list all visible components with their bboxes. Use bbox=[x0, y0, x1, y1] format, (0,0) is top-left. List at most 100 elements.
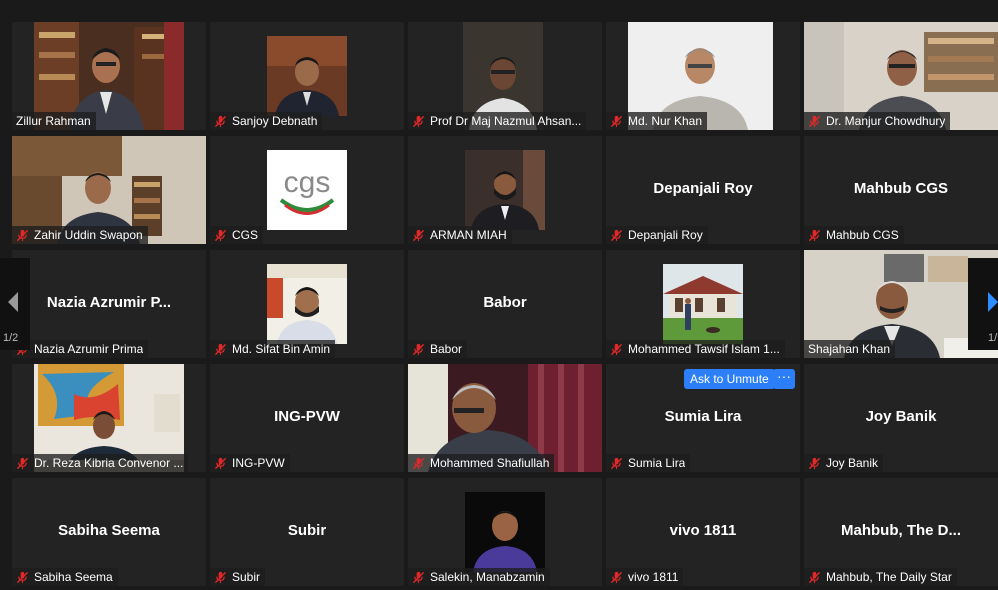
participant-tile-hovered[interactable]: Ask to Unmute ··· Sumia Lira Sumia Lira bbox=[606, 364, 800, 472]
participant-tile[interactable]: Babor Babor bbox=[408, 250, 602, 358]
participant-label: Joy Banik bbox=[804, 454, 884, 472]
participant-name: Nazia Azrumir Prima bbox=[34, 342, 144, 356]
muted-mic-icon bbox=[214, 457, 227, 469]
participant-tile[interactable]: Zahir Uddin Swapon bbox=[12, 136, 206, 244]
participant-name: CGS bbox=[232, 228, 259, 242]
participant-tile[interactable]: Joy Banik Joy Banik bbox=[804, 364, 998, 472]
muted-mic-icon bbox=[214, 343, 227, 355]
participant-tile[interactable]: Mahbub CGS Mahbub CGS bbox=[804, 136, 998, 244]
next-page-button[interactable]: 1/ bbox=[968, 258, 998, 350]
cgs-logo-text: cgs bbox=[284, 166, 331, 199]
muted-mic-icon bbox=[412, 115, 425, 127]
page-indicator: 1/ bbox=[988, 332, 998, 344]
participant-tile[interactable]: ARMAN MIAH bbox=[408, 136, 602, 244]
participant-name: Shajahan Khan bbox=[808, 342, 891, 356]
participant-name: Depanjali Roy bbox=[628, 228, 703, 242]
participant-label: Mahbub, The Daily Star bbox=[804, 568, 957, 586]
muted-mic-icon bbox=[808, 457, 821, 469]
participant-name: Subir bbox=[232, 570, 261, 584]
participant-label: ARMAN MIAH bbox=[408, 226, 512, 244]
participant-name: Prof Dr Maj Nazmul Ahsan... bbox=[430, 114, 582, 128]
participant-name: Md. Nur Khan bbox=[628, 114, 703, 128]
video-feed bbox=[465, 492, 545, 572]
participant-tile[interactable]: Salekin, Manabzamin bbox=[408, 478, 602, 586]
muted-mic-icon bbox=[16, 229, 29, 241]
muted-mic-icon bbox=[16, 571, 29, 583]
participant-tile[interactable]: Prof Dr Maj Nazmul Ahsan... bbox=[408, 22, 602, 130]
participant-name: Zahir Uddin Swapon bbox=[34, 228, 143, 242]
video-feed bbox=[267, 36, 347, 116]
muted-mic-icon bbox=[610, 115, 623, 127]
participant-tile[interactable]: cgs CGS bbox=[210, 136, 404, 244]
participant-display-name: Nazia Azrumir P... bbox=[46, 293, 172, 311]
participant-label: Sanjoy Debnath bbox=[210, 112, 323, 130]
participant-label: Mahbub CGS bbox=[804, 226, 904, 244]
cgs-logo: cgs bbox=[267, 150, 347, 230]
participant-label: Md. Sifat Bin Amin bbox=[210, 340, 336, 358]
page-indicator: 1/2 bbox=[3, 332, 19, 344]
participant-name: ING-PVW bbox=[232, 456, 285, 470]
participant-label: Prof Dr Maj Nazmul Ahsan... bbox=[408, 112, 587, 130]
participant-label: Dr. Reza Kibria Convenor ... bbox=[12, 454, 189, 472]
video-feed bbox=[663, 264, 743, 344]
participant-name: ARMAN MIAH bbox=[430, 228, 507, 242]
participant-label: Salekin, Manabzamin bbox=[408, 568, 550, 586]
participant-name: Dr. Reza Kibria Convenor ... bbox=[34, 456, 184, 470]
gallery-grid: Zillur Rahman Sanjoy Debnath Prof Dr Maj… bbox=[12, 22, 998, 590]
participant-tile[interactable]: Dr. Reza Kibria Convenor ... bbox=[12, 364, 206, 472]
participant-name: Sumia Lira bbox=[628, 456, 686, 470]
participant-display-name: Babor bbox=[483, 293, 527, 311]
muted-mic-icon bbox=[214, 115, 227, 127]
participant-tile[interactable]: Zillur Rahman bbox=[12, 22, 206, 130]
participant-name: Dr. Manjur Chowdhury bbox=[826, 114, 946, 128]
muted-mic-icon bbox=[412, 457, 425, 469]
participant-tile[interactable]: ING-PVW ING-PVW bbox=[210, 364, 404, 472]
participant-tile[interactable]: Mohammed Shafiullah bbox=[408, 364, 602, 472]
participant-display-name: Mahbub, The D... bbox=[841, 521, 961, 539]
participant-display-name: Joy Banik bbox=[865, 407, 937, 425]
participant-label: Depanjali Roy bbox=[606, 226, 708, 244]
muted-mic-icon bbox=[610, 457, 623, 469]
participant-tile[interactable]: Mahbub, The D... Mahbub, The Daily Star bbox=[804, 478, 998, 586]
participant-label: Shajahan Khan bbox=[804, 340, 896, 358]
participant-name: Mohammed Tawsif Islam 1... bbox=[628, 342, 780, 356]
video-feed bbox=[267, 264, 347, 344]
participant-name: Babor bbox=[430, 342, 463, 356]
participant-name: Sabiha Seema bbox=[34, 570, 113, 584]
participant-tile[interactable]: Sanjoy Debnath bbox=[210, 22, 404, 130]
participant-label: Zillur Rahman bbox=[12, 112, 96, 130]
cgs-logo-graphic: cgs bbox=[279, 166, 335, 215]
muted-mic-icon bbox=[808, 571, 821, 583]
participant-tile[interactable]: Subir Subir bbox=[210, 478, 404, 586]
participant-tile[interactable]: Sabiha Seema Sabiha Seema bbox=[12, 478, 206, 586]
participant-label: vivo 1811 bbox=[606, 568, 684, 586]
participant-display-name: Depanjali Roy bbox=[653, 179, 753, 197]
participant-tile[interactable]: Nazia Azrumir P... Nazia Azrumir Prima bbox=[12, 250, 206, 358]
muted-mic-icon bbox=[16, 457, 29, 469]
participant-tile[interactable]: Md. Sifat Bin Amin bbox=[210, 250, 404, 358]
participant-tile[interactable]: vivo 1811 vivo 1811 bbox=[606, 478, 800, 586]
ask-to-unmute-button[interactable]: Ask to Unmute bbox=[684, 369, 775, 389]
muted-mic-icon bbox=[610, 229, 623, 241]
participant-display-name: Mahbub CGS bbox=[853, 179, 949, 197]
muted-mic-icon bbox=[808, 115, 821, 127]
more-options-button[interactable]: ··· bbox=[773, 369, 795, 389]
participant-label: Sumia Lira bbox=[606, 454, 691, 472]
participant-tile[interactable]: Mohammed Tawsif Islam 1... bbox=[606, 250, 800, 358]
muted-mic-icon bbox=[610, 343, 623, 355]
muted-mic-icon bbox=[808, 229, 821, 241]
muted-mic-icon bbox=[412, 343, 425, 355]
participant-name: Mohammed Shafiullah bbox=[430, 456, 550, 470]
participant-label: Zahir Uddin Swapon bbox=[12, 226, 148, 244]
participant-display-name: ING-PVW bbox=[274, 407, 340, 425]
participant-name: Sanjoy Debnath bbox=[232, 114, 318, 128]
participant-tile[interactable]: Dr. Manjur Chowdhury bbox=[804, 22, 998, 130]
participant-display-name: vivo 1811 bbox=[669, 521, 737, 539]
participant-name: Mahbub, The Daily Star bbox=[826, 570, 952, 584]
participant-display-name: Subir bbox=[287, 521, 327, 539]
participant-name: Joy Banik bbox=[826, 456, 879, 470]
participant-display-name: Sabiha Seema bbox=[58, 521, 160, 539]
participant-tile[interactable]: Depanjali Roy Depanjali Roy bbox=[606, 136, 800, 244]
participant-tile[interactable]: Md. Nur Khan bbox=[606, 22, 800, 130]
previous-page-button[interactable]: 1/2 bbox=[0, 258, 30, 350]
